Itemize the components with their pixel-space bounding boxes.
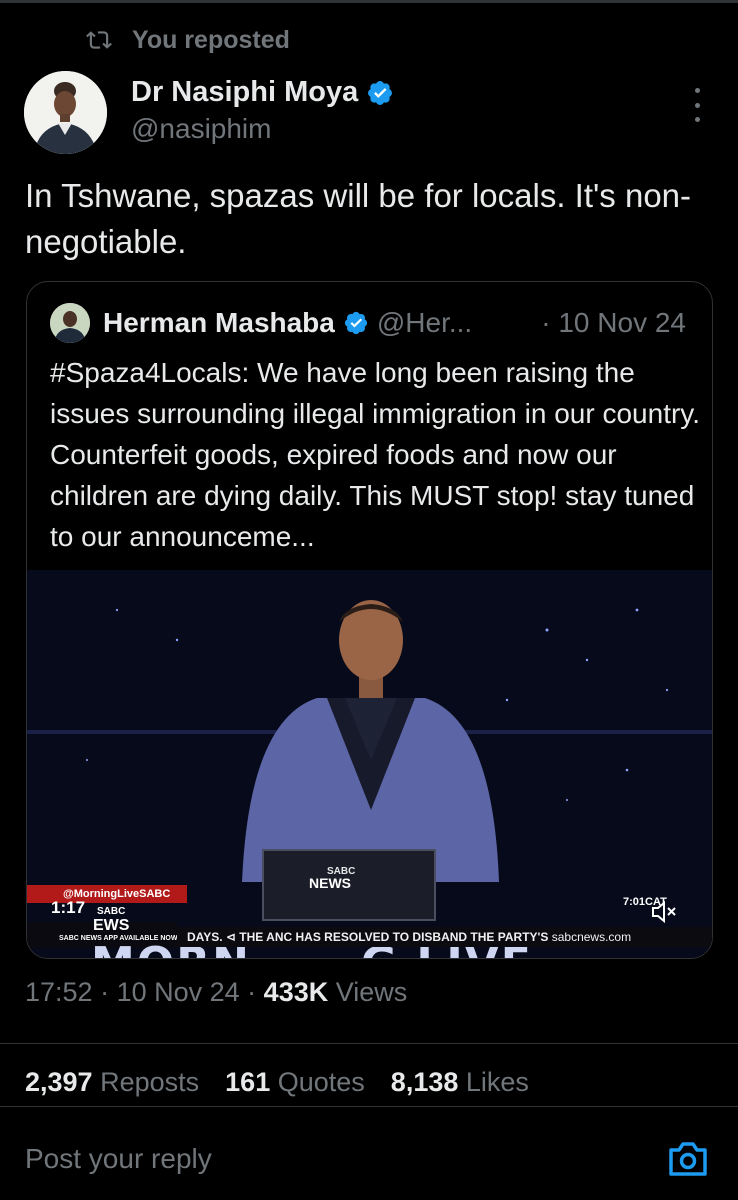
ticker-site: sabcnews.com [551, 930, 632, 944]
quoted-text: #Spaza4Locals: We have long been raising… [50, 357, 701, 552]
video-duration: 1:17 [51, 898, 86, 917]
quoted-author: Herman Mashaba @Her... [103, 304, 472, 342]
engagement-stats: 2,397 Reposts 161 Quotes 8,138 Likes [25, 1067, 529, 1098]
author-name[interactable]: Dr Nasiphi Moya [131, 76, 358, 109]
author-block[interactable]: Dr Nasiphi Moya @nasiphim [131, 76, 394, 145]
desk-logo-bottom: NEWS [309, 875, 351, 891]
tweet-meta: 17:52 · 10 Nov 24 · 433K Views [25, 977, 408, 1007]
divider [0, 1043, 738, 1044]
video-player[interactable]: SABC NEWS MORNG LIVE 7:01CAT @MorningLiv… [27, 570, 712, 958]
quoted-tweet[interactable]: Herman Mashaba @Her... · 10 Nov 24 #Spaz… [26, 281, 713, 959]
top-divider [0, 0, 738, 3]
repost-context[interactable]: You reposted [86, 24, 290, 56]
verified-badge-icon [368, 80, 393, 105]
tweet-time: 17:52 [25, 977, 93, 1007]
camera-icon[interactable] [667, 1140, 709, 1178]
reposts-count: 2,397 [25, 1067, 93, 1097]
likes-count: 8,138 [390, 1067, 459, 1097]
views-count: 433K [263, 977, 329, 1007]
quotes-stat[interactable]: 161 Quotes [225, 1067, 365, 1098]
repost-icon [86, 31, 112, 49]
quoted-date: · 10 Nov 24 [541, 307, 686, 338]
quoted-author-name: Herman Mashaba [103, 307, 335, 338]
tweet-date: 10 Nov 24 [116, 977, 240, 1007]
news-ticker: DAYS. ⊲ THE ANC HAS RESOLVED TO DISBAND … [177, 927, 712, 947]
reposts-label: Reposts [100, 1067, 200, 1097]
quoted-author-avatar [50, 303, 90, 343]
views-label: Views [335, 977, 408, 1007]
repost-label: You reposted [132, 25, 290, 54]
app-available-line: SABC NEWS APP AVAILABLE NOW [59, 935, 178, 942]
more-icon[interactable] [689, 88, 705, 122]
author-handle[interactable]: @nasiphim [131, 113, 394, 145]
likes-stat[interactable]: 8,138 Likes [391, 1067, 529, 1098]
reposts-stat[interactable]: 2,397 Reposts [25, 1067, 199, 1098]
quotes-label: Quotes [277, 1067, 365, 1097]
mute-icon[interactable] [651, 901, 677, 923]
likes-label: Likes [465, 1067, 529, 1097]
sabc-news-logo: SABC EWS [93, 905, 130, 934]
divider [0, 1106, 738, 1107]
reply-input[interactable]: Post your reply [25, 1143, 212, 1175]
sabc-logo-bottom: EWS [93, 917, 130, 934]
quotes-count: 161 [225, 1067, 271, 1097]
tweet-text: In Tshwane, spazas will be for locals. I… [25, 177, 692, 260]
quoted-author-handle: @Her... [376, 307, 473, 338]
author-avatar[interactable] [24, 71, 107, 154]
ticker-text: DAYS. ⊲ THE ANC HAS RESOLVED TO DISBAND … [187, 930, 552, 944]
verified-badge-icon [344, 311, 367, 335]
